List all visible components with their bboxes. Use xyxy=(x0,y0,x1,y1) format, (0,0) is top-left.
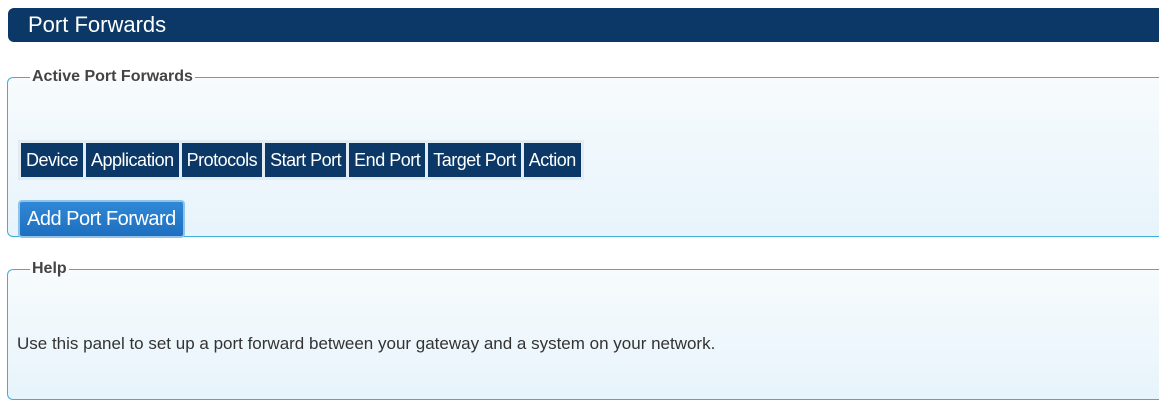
column-header-action: Action xyxy=(523,143,581,177)
table-header-row: Device Application Protocols Start Port … xyxy=(21,143,581,177)
port-forwards-table: Device Application Protocols Start Port … xyxy=(18,140,584,180)
help-panel: Help Use this panel to set up a port for… xyxy=(7,260,1159,400)
column-header-application: Application xyxy=(86,143,179,177)
column-header-end-port: End Port xyxy=(349,143,426,177)
page-title: Port Forwards xyxy=(8,8,1159,42)
active-port-forwards-legend: Active Port Forwards xyxy=(32,68,193,85)
active-port-forwards-panel: Active Port Forwards Device Application … xyxy=(7,68,1159,238)
help-text: Use this panel to set up a port forward … xyxy=(17,334,716,353)
column-header-start-port: Start Port xyxy=(265,143,347,177)
column-header-target-port: Target Port xyxy=(428,143,521,177)
help-legend: Help xyxy=(32,260,67,277)
column-header-device: Device xyxy=(21,143,84,177)
column-header-protocols: Protocols xyxy=(181,143,263,177)
add-port-forward-button[interactable]: Add Port Forward xyxy=(18,200,185,238)
